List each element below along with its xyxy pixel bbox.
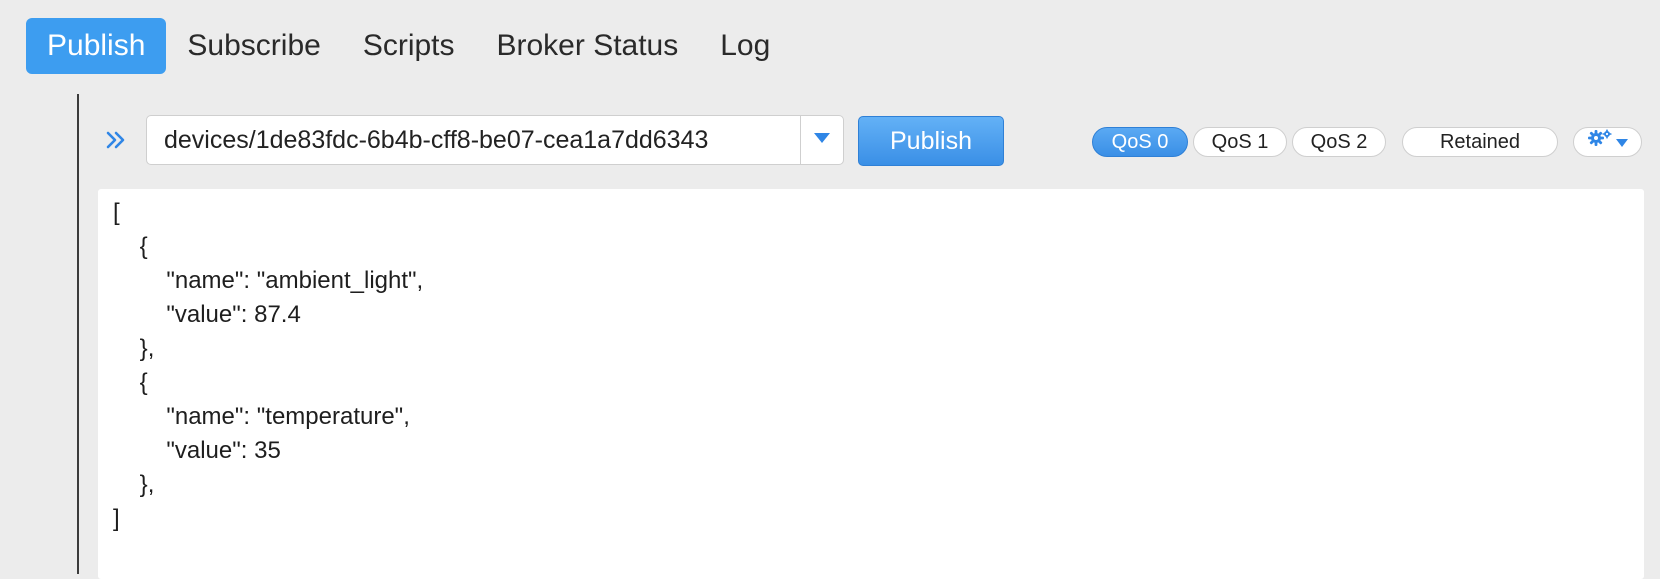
qos-1-button[interactable]: QoS 1 — [1193, 127, 1287, 157]
editor-line: [ — [113, 199, 120, 226]
editor-line: "value": 35 — [113, 437, 281, 464]
topic-combobox — [146, 115, 844, 165]
retained-toggle[interactable]: Retained — [1402, 127, 1558, 157]
chevron-down-icon — [813, 131, 831, 149]
double-chevron-right-icon[interactable] — [104, 128, 128, 152]
main-tab-bar: Publish Subscribe Scripts Broker Status … — [26, 18, 791, 74]
left-divider — [77, 94, 79, 574]
topic-history-dropdown-button[interactable] — [800, 116, 843, 164]
editor-line: "name": "ambient_light", — [113, 267, 424, 294]
editor-line: { — [113, 233, 148, 260]
tab-broker-status[interactable]: Broker Status — [476, 18, 700, 74]
qos-0-button[interactable]: QoS 0 — [1092, 127, 1188, 157]
editor-line: { — [113, 369, 148, 396]
settings-menu-button[interactable] — [1573, 127, 1642, 157]
editor-line: "name": "temperature", — [113, 403, 410, 430]
publish-button[interactable]: Publish — [858, 116, 1004, 166]
editor-line: }, — [113, 471, 155, 498]
topic-input[interactable] — [147, 116, 800, 164]
tab-scripts[interactable]: Scripts — [342, 18, 476, 74]
gear-icon — [1587, 128, 1613, 156]
payload-editor[interactable]: [ { "name": "ambient_light", "value": 87… — [98, 189, 1644, 579]
tab-publish[interactable]: Publish — [26, 18, 167, 74]
editor-line: }, — [113, 335, 155, 362]
tab-subscribe[interactable]: Subscribe — [166, 18, 341, 74]
editor-line: "value": 87.4 — [113, 301, 301, 328]
chevron-down-icon — [1615, 128, 1629, 156]
tab-log[interactable]: Log — [699, 18, 791, 74]
editor-line: ] — [113, 505, 120, 532]
qos-2-button[interactable]: QoS 2 — [1292, 127, 1386, 157]
